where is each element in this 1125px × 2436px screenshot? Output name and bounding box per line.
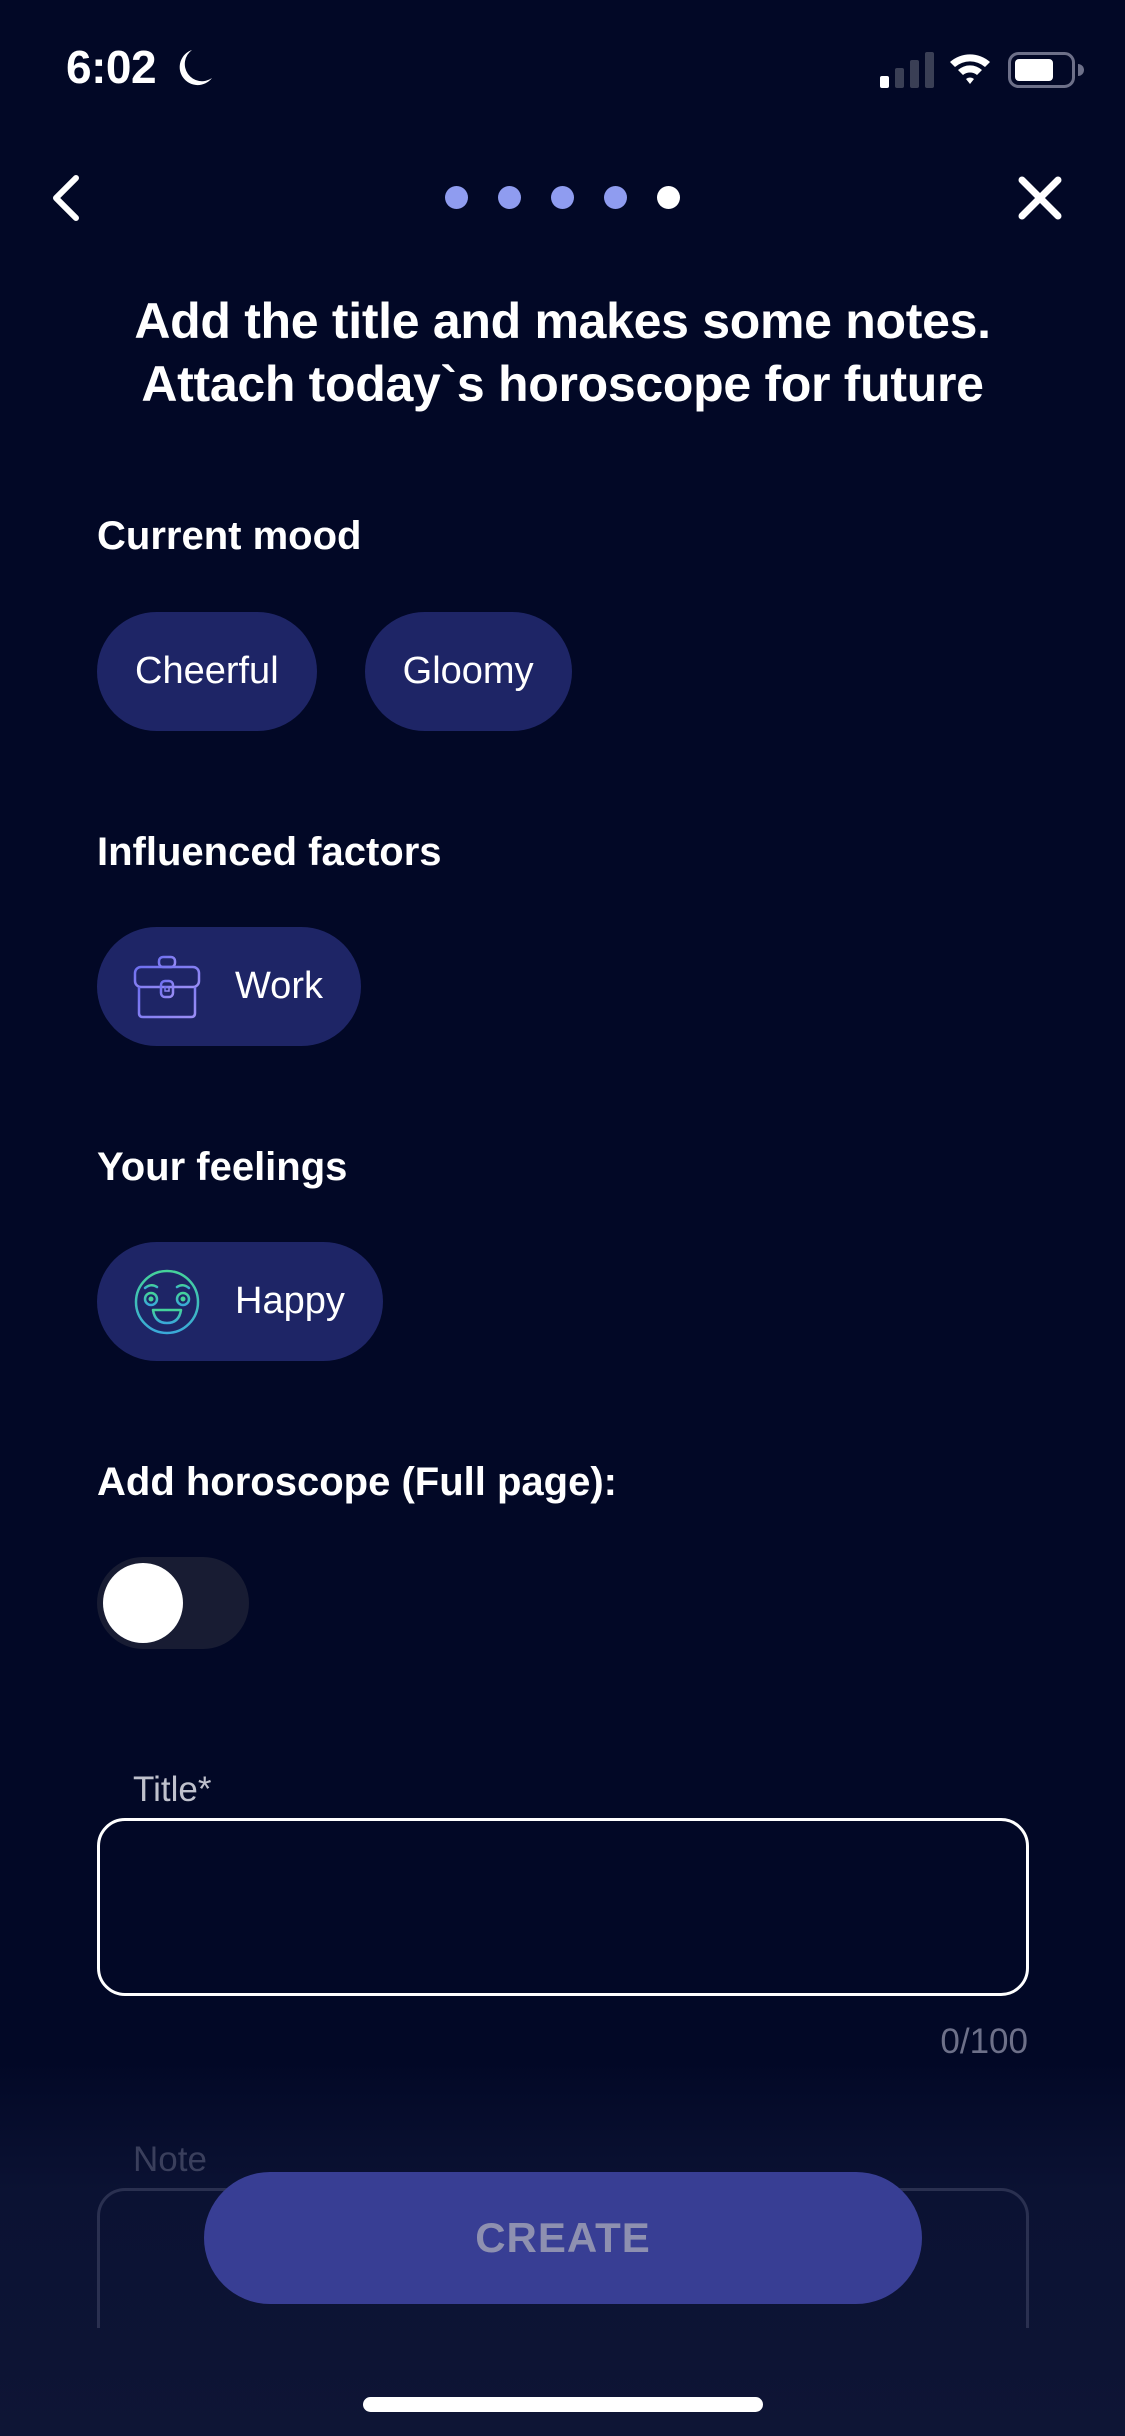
mood-label: Current mood [97,514,362,558]
page-title-line-2: Attach today`s horoscope for future [141,356,984,412]
toggle-knob [103,1563,183,1643]
page-title-line-1: Add the title and makes some notes. [134,293,991,349]
factor-chip-label: Work [235,965,323,1007]
status-time: 6:02 [66,41,157,93]
page-title: Add the title and makes some notes. Atta… [0,290,1125,416]
factor-chips: Work [97,927,361,1046]
step-dot [604,186,627,209]
title-input[interactable] [97,1818,1029,1996]
step-dot [498,186,521,209]
mood-chips: Cheerful Gloomy [97,612,572,731]
note-label: Note [133,2140,207,2179]
create-button[interactable]: CREATE [204,2172,922,2304]
horoscope-toggle[interactable] [97,1557,249,1649]
step-dot-active [657,186,680,209]
step-dot [551,186,574,209]
create-entry-screen: 6:02 Add the title and makes some notes.… [0,0,1125,2436]
briefcase-icon [133,955,201,1018]
feelings-label: Your feelings [97,1145,348,1189]
factor-chip-work[interactable]: Work [97,927,361,1046]
step-dot [445,186,468,209]
home-indicator[interactable] [363,2397,763,2412]
mood-chip-gloomy[interactable]: Gloomy [364,612,572,731]
horoscope-label: Add horoscope (Full page): [97,1460,617,1504]
title-label: Title* [133,1770,212,1809]
happy-face-icon [134,1269,200,1334]
feeling-chip-label: Happy [235,1280,345,1322]
wifi-icon [950,54,990,84]
mood-chip-cheerful[interactable]: Cheerful [97,612,317,731]
step-indicator [445,186,680,209]
feeling-chip-happy[interactable]: Happy [97,1242,383,1361]
back-button[interactable] [40,170,96,226]
title-char-counter: 0/100 [940,2022,1028,2061]
factors-label: Influenced factors [97,830,442,874]
close-button[interactable] [1010,168,1070,228]
moon-icon [179,50,212,86]
feeling-chips: Happy [97,1242,383,1361]
battery-icon [1008,52,1084,88]
signal-icon [880,52,934,88]
